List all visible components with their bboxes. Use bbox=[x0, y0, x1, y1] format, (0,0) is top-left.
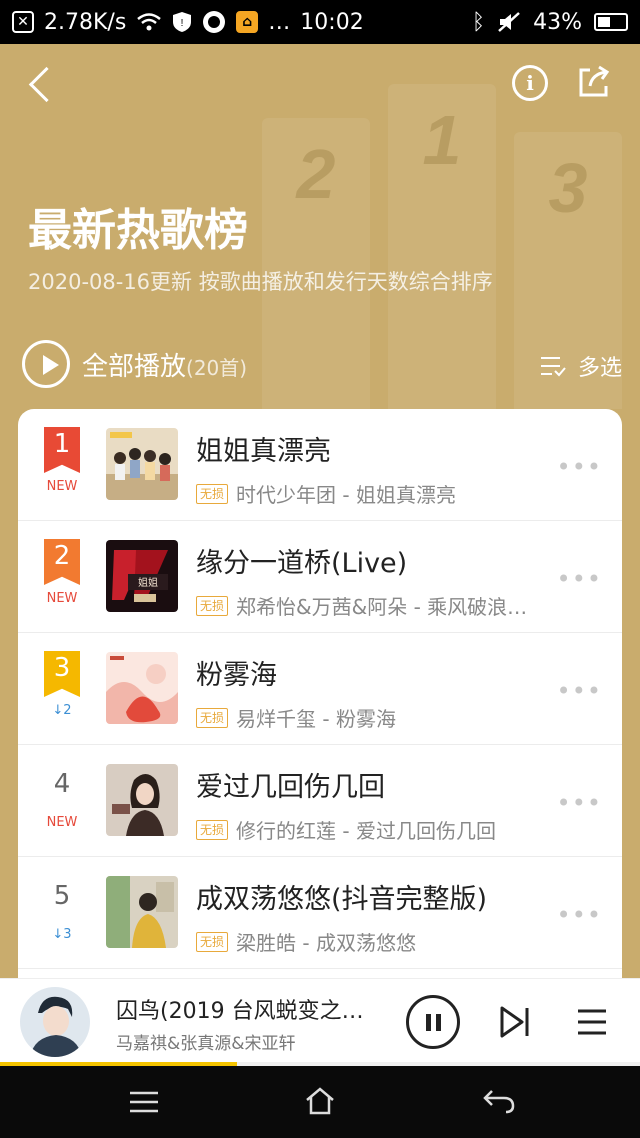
lossless-badge: 无损 bbox=[196, 595, 229, 616]
song-title[interactable]: 爱过几回伤几回 bbox=[196, 765, 385, 804]
album-cover[interactable]: 姐姐 bbox=[106, 540, 178, 612]
lossless-badge: 无损 bbox=[196, 707, 229, 728]
artist-album: 时代少年团 - 姐姐真漂亮 bbox=[236, 483, 456, 507]
rank-indicator: 3 ↓2 bbox=[40, 651, 84, 718]
multi-select-label[interactable]: 多选 bbox=[578, 350, 622, 382]
artist-album: 梁胜皓 - 成双荡悠悠 bbox=[236, 931, 416, 955]
page-title: 最新热歌榜 bbox=[28, 205, 248, 256]
list-item[interactable]: 2 NEW 姐姐 缘分一道桥(Live) 无损 郑希怡&万茜&阿朵 - 乘风破浪… bbox=[18, 521, 622, 633]
rank-number: 5 bbox=[53, 881, 71, 911]
play-circle-icon[interactable] bbox=[22, 340, 70, 388]
system-nav-bar bbox=[0, 1066, 640, 1138]
close-notification-icon: ✕ bbox=[12, 11, 34, 33]
back-icon[interactable] bbox=[22, 64, 62, 108]
home-icon[interactable] bbox=[304, 1086, 336, 1116]
list-item[interactable]: 4 NEW 爱过几回伤几回 无损 修行的红莲 - 爱过几回伤几回 ••• bbox=[18, 745, 622, 857]
song-info: 无损 时代少年团 - 姐姐真漂亮 bbox=[196, 479, 556, 508]
app-notify-icon bbox=[203, 11, 226, 33]
rank-number: 4 bbox=[53, 769, 71, 799]
multi-select-button[interactable]: 多选 bbox=[540, 350, 622, 382]
nav-back-icon[interactable] bbox=[482, 1088, 516, 1114]
shield-icon: ! bbox=[173, 12, 192, 32]
wifi-icon bbox=[137, 13, 162, 31]
net-speed: 2.78K/s bbox=[44, 9, 127, 35]
more-icon[interactable]: ••• bbox=[557, 453, 602, 481]
multi-select-icon[interactable] bbox=[540, 355, 566, 377]
queue-icon[interactable] bbox=[576, 1007, 608, 1037]
song-title[interactable]: 粉雾海 bbox=[196, 653, 277, 692]
list-item[interactable]: 1 NEW 姐姐真漂亮 无损 时代少年团 - 姐姐真漂亮 ••• bbox=[18, 409, 622, 521]
bluetooth-icon: ᛒ bbox=[471, 9, 486, 35]
rank-indicator: 2 NEW bbox=[40, 539, 84, 606]
now-playing-cover[interactable] bbox=[20, 987, 90, 1057]
share-icon[interactable] bbox=[576, 64, 612, 100]
more-icon[interactable]: ••• bbox=[557, 677, 602, 705]
battery-percent: 43% bbox=[533, 9, 582, 35]
now-playing-title[interactable]: 囚鸟(2019 台风蜕变之… bbox=[116, 993, 364, 1025]
update-info: 2020-08-16更新 按歌曲播放和发行天数综合排序 bbox=[28, 270, 493, 294]
pause-icon[interactable] bbox=[406, 995, 460, 1049]
list-item[interactable]: 3 ↓2 粉雾海 无损 易烊千玺 - 粉雾海 ••• bbox=[18, 633, 622, 745]
trend-label: NEW bbox=[46, 815, 78, 830]
album-cover[interactable] bbox=[106, 428, 178, 500]
song-info: 无损 梁胜皓 - 成双荡悠悠 bbox=[196, 927, 556, 956]
mini-player[interactable]: 囚鸟(2019 台风蜕变之… 马嘉祺&张真源&宋亚轩 bbox=[0, 978, 640, 1066]
mute-icon bbox=[498, 12, 520, 32]
artist-album: 郑希怡&万茜&阿朵 - 乘风破浪… bbox=[236, 595, 528, 619]
chart-header: 2 1 3 i 最新热歌榜 2020-08-16更新 按歌曲播放和发行天数综合排… bbox=[0, 44, 640, 409]
now-playing-artist[interactable]: 马嘉祺&张真源&宋亚轩 bbox=[116, 1029, 296, 1054]
song-title[interactable]: 缘分一道桥(Live) bbox=[196, 541, 407, 580]
album-cover[interactable] bbox=[106, 652, 178, 724]
trend-label: NEW bbox=[46, 479, 78, 494]
more-notifications: … bbox=[268, 9, 291, 35]
status-bar: ✕ 2.78K/s ! ⌂ … 10:02 ᛒ 43% bbox=[0, 0, 640, 44]
lossless-badge: 无损 bbox=[196, 483, 229, 504]
rank-indicator: 5 ↓3 bbox=[40, 875, 84, 942]
rank-indicator: 1 NEW bbox=[40, 427, 84, 494]
svg-text:姐姐: 姐姐 bbox=[138, 576, 158, 589]
lossless-badge: 无损 bbox=[196, 931, 229, 952]
album-cover[interactable] bbox=[106, 764, 178, 836]
rank-flag: 3 bbox=[44, 651, 80, 697]
song-info: 无损 易烊千玺 - 粉雾海 bbox=[196, 703, 556, 732]
podium-first: 1 bbox=[388, 84, 496, 409]
podium-second: 2 bbox=[262, 118, 370, 409]
artist-album: 修行的红莲 - 爱过几回伤几回 bbox=[236, 819, 496, 843]
list-item[interactable]: 5 ↓3 成双荡悠悠(抖音完整版) 无损 梁胜皓 - 成双荡悠悠 ••• bbox=[18, 857, 622, 969]
rank-flag: 2 bbox=[44, 539, 80, 585]
lossless-badge: 无损 bbox=[196, 819, 229, 840]
menu-icon[interactable] bbox=[128, 1090, 160, 1114]
more-icon[interactable]: ••• bbox=[557, 901, 602, 929]
trend-label: NEW bbox=[46, 591, 78, 606]
next-icon[interactable] bbox=[500, 1005, 530, 1039]
svg-text:!: ! bbox=[181, 18, 184, 29]
album-cover[interactable] bbox=[106, 876, 178, 948]
play-all-count: (20首) bbox=[186, 355, 248, 380]
play-all-label[interactable]: 全部播放(20首) bbox=[82, 346, 247, 383]
song-info: 无损 修行的红莲 - 爱过几回伤几回 bbox=[196, 815, 556, 844]
song-title[interactable]: 成双荡悠悠(抖音完整版) bbox=[196, 877, 487, 916]
clock: 10:02 bbox=[300, 9, 364, 35]
more-icon[interactable]: ••• bbox=[557, 789, 602, 817]
play-all-button[interactable]: 全部播放(20首) bbox=[22, 340, 247, 388]
home-app-icon: ⌂ bbox=[236, 11, 259, 33]
rank-flag: 1 bbox=[44, 427, 80, 473]
rank-indicator: 4 NEW bbox=[40, 763, 84, 830]
info-icon[interactable]: i bbox=[512, 65, 548, 101]
trend-label: ↓3 bbox=[52, 927, 72, 942]
song-title[interactable]: 姐姐真漂亮 bbox=[196, 429, 331, 468]
battery-icon bbox=[594, 13, 628, 31]
more-icon[interactable]: ••• bbox=[557, 565, 602, 593]
song-list: 1 NEW 姐姐真漂亮 无损 时代少年团 - 姐姐真漂亮 ••• 2 NEW 姐… bbox=[18, 409, 622, 1009]
trend-label: ↓2 bbox=[52, 703, 72, 718]
song-info: 无损 郑希怡&万茜&阿朵 - 乘风破浪… bbox=[196, 591, 556, 620]
artist-album: 易烊千玺 - 粉雾海 bbox=[236, 707, 396, 731]
